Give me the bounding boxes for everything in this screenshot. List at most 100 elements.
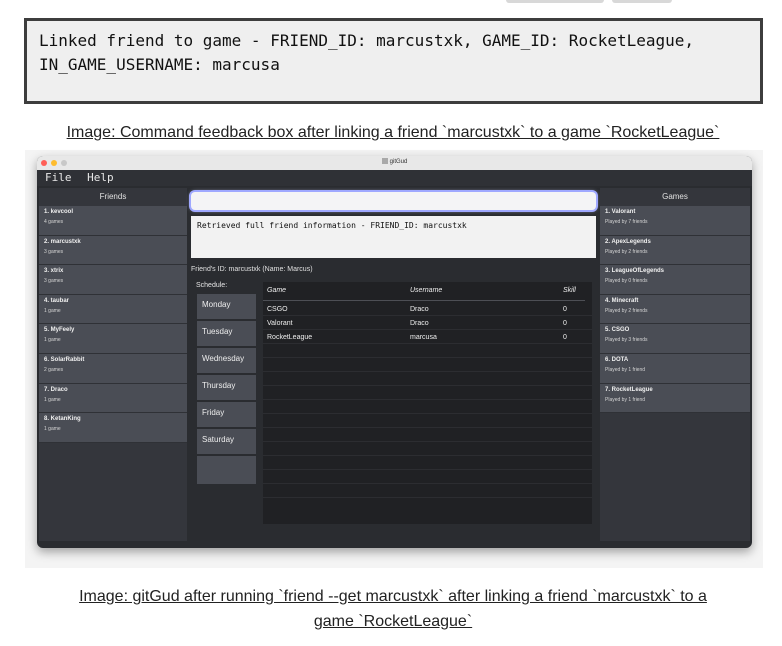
title-bar: gitGud — [37, 156, 752, 170]
table-header-username: Username — [410, 287, 443, 294]
friend-list-item[interactable]: 8. KetanKing 1 game — [39, 413, 187, 443]
cell-game: CSGO — [267, 306, 288, 313]
game-list-item[interactable]: 4. Minecraft Played by 2 friends — [600, 294, 750, 325]
games-table: Game Username Skill CSGO Draco 0 Valorant Dr… — [263, 282, 592, 524]
friend-game-count: 1 game — [44, 426, 61, 433]
friends-panel: Friends 1. kevcool 4 games 2. marcustxk 3 g… — [39, 188, 187, 541]
table-row-divider — [263, 385, 592, 386]
friends-list: 1. kevcool 4 games 2. marcustxk 3 games 3. x… — [39, 206, 187, 443]
table-row-divider — [263, 315, 592, 316]
friend-list-item[interactable]: 7. Draco 1 game — [39, 383, 187, 414]
friend-name: 3. xtrix — [44, 268, 64, 275]
game-played-by: Played by 0 friends — [605, 278, 648, 285]
table-row-divider — [263, 455, 592, 456]
schedule-day[interactable]: Monday — [197, 294, 256, 319]
menu-help[interactable]: Help — [87, 171, 114, 184]
game-played-by: Played by 3 friends — [605, 337, 648, 344]
table-row-divider — [263, 441, 592, 442]
table-row-divider — [263, 483, 592, 484]
game-played-by: Played by 1 friend — [605, 366, 646, 373]
cell-username: marcusa — [410, 334, 437, 341]
game-list-item[interactable]: 7. RocketLeague Played by 1 friend — [600, 383, 750, 414]
feedback-line-1: Linked friend to game - FRIEND_ID: marcu… — [39, 31, 695, 50]
game-list-item[interactable]: 2. ApexLegends Played by 2 friends — [600, 235, 750, 266]
schedule-day[interactable]: Thursday — [197, 375, 256, 400]
table-row-divider — [263, 469, 592, 470]
friend-game-count: 1 game — [44, 396, 61, 403]
game-list-item[interactable]: 3. LeagueOfLegends Played by 0 friends — [600, 265, 750, 295]
game-played-by: Played by 2 friends — [605, 248, 648, 255]
schedule-day[interactable]: Tuesday — [197, 321, 256, 346]
command-feedback-box: Linked friend to game - FRIEND_ID: marcu… — [24, 18, 763, 104]
friend-game-count: 4 games — [44, 219, 64, 225]
cell-skill: 0 — [563, 306, 567, 313]
friend-list-item[interactable]: 5. MyFeely 1 game — [39, 324, 187, 354]
window-title-text: gitGud — [389, 159, 408, 165]
friend-name: 4. taubar — [44, 297, 70, 304]
friend-name: 7. Draco — [44, 386, 68, 393]
friend-list-item[interactable]: 4. taubar 1 game — [39, 294, 187, 325]
caption-app[interactable]: Image: gitGud after running `friend --ge… — [10, 584, 776, 634]
games-panel: Games 1. Valorant Played by 7 friends 2. A… — [600, 188, 750, 541]
app-icon — [381, 158, 388, 164]
friend-list-item[interactable]: 2. marcustxk 3 games — [39, 235, 187, 266]
game-name: 2. ApexLegends — [605, 238, 651, 245]
schedule-label: Schedule: — [196, 282, 228, 289]
table-row-divider — [263, 343, 592, 344]
game-played-by: Played by 7 friends — [605, 219, 648, 225]
table-row-divider — [263, 357, 592, 358]
caption-app-line-2[interactable]: game `RocketLeague` — [10, 609, 776, 634]
friend-list-item[interactable]: 6. SolarRabbit 2 games — [39, 353, 187, 384]
cell-skill: 0 — [563, 320, 567, 327]
top-tab-right — [612, 0, 672, 3]
table-header-skill: Skill — [563, 287, 576, 294]
menu-bar: File Help — [37, 170, 752, 186]
game-list-item[interactable]: 6. DOTA Played by 1 friend — [600, 353, 750, 384]
schedule-day[interactable]: Saturday — [197, 429, 256, 454]
cell-username: Draco — [410, 306, 429, 313]
friend-game-count: 2 games — [44, 366, 64, 373]
game-name: 1. Valorant — [605, 209, 636, 215]
result-display: Retrieved full friend information - FRIE… — [191, 216, 596, 258]
games-list: 1. Valorant Played by 7 friends 2. ApexLeg… — [600, 206, 750, 414]
games-header: Games — [662, 192, 688, 201]
table-row-divider — [263, 497, 592, 498]
friend-name: 1. kevcool — [44, 209, 74, 215]
top-tab-left — [506, 0, 604, 3]
window-title: gitGud — [37, 158, 752, 165]
game-name: 3. LeagueOfLegends — [605, 268, 665, 275]
cell-username: Draco — [410, 320, 429, 327]
table-row-divider — [263, 329, 592, 330]
table-row-divider — [263, 427, 592, 428]
game-name: 5. CSGO — [605, 327, 630, 334]
table-header-game: Game — [267, 287, 287, 294]
friend-name: 8. KetanKing — [44, 416, 81, 423]
caption-app-line-1[interactable]: Image: gitGud after running `friend --ge… — [10, 584, 776, 609]
caption-feedback[interactable]: Image: Command feedback box after linkin… — [10, 120, 776, 145]
menu-file[interactable]: File — [45, 171, 72, 184]
command-input[interactable] — [191, 192, 596, 210]
friend-list-item[interactable]: 3. xtrix 3 games — [39, 265, 187, 295]
schedule-day[interactable]: Wednesday — [197, 348, 256, 373]
cell-game: RocketLeague — [267, 334, 313, 341]
friends-header: Friends — [99, 192, 127, 201]
schedule-filler — [197, 463, 256, 484]
cell-skill: 0 — [563, 334, 567, 341]
friend-game-count: 1 game — [44, 337, 61, 344]
table-row-divider — [263, 399, 592, 400]
table-row-divider — [263, 371, 592, 372]
friend-name: 2. marcustxk — [44, 238, 81, 245]
friend-game-count: 3 games — [44, 248, 64, 255]
game-list-item[interactable]: 5. CSGO Played by 3 friends — [600, 324, 750, 354]
friend-game-count: 1 game — [44, 307, 61, 314]
friend-game-count: 3 games — [44, 278, 64, 285]
schedule-day[interactable]: Friday — [197, 402, 256, 427]
app-window: gitGud File Help Friends 1. kevcool 4 gam… — [37, 156, 752, 548]
table-row-divider — [263, 413, 592, 414]
game-list-item[interactable]: 1. Valorant Played by 7 friends — [600, 206, 750, 236]
friend-id-label: Friend's ID: marcustxk (Name: Marcus) — [191, 266, 313, 273]
game-name: 6. DOTA — [605, 356, 629, 363]
feedback-line-2: IN_GAME_USERNAME: marcusa — [39, 55, 280, 74]
game-played-by: Played by 2 friends — [605, 307, 648, 314]
friend-list-item[interactable]: 1. kevcool 4 games — [39, 206, 187, 236]
